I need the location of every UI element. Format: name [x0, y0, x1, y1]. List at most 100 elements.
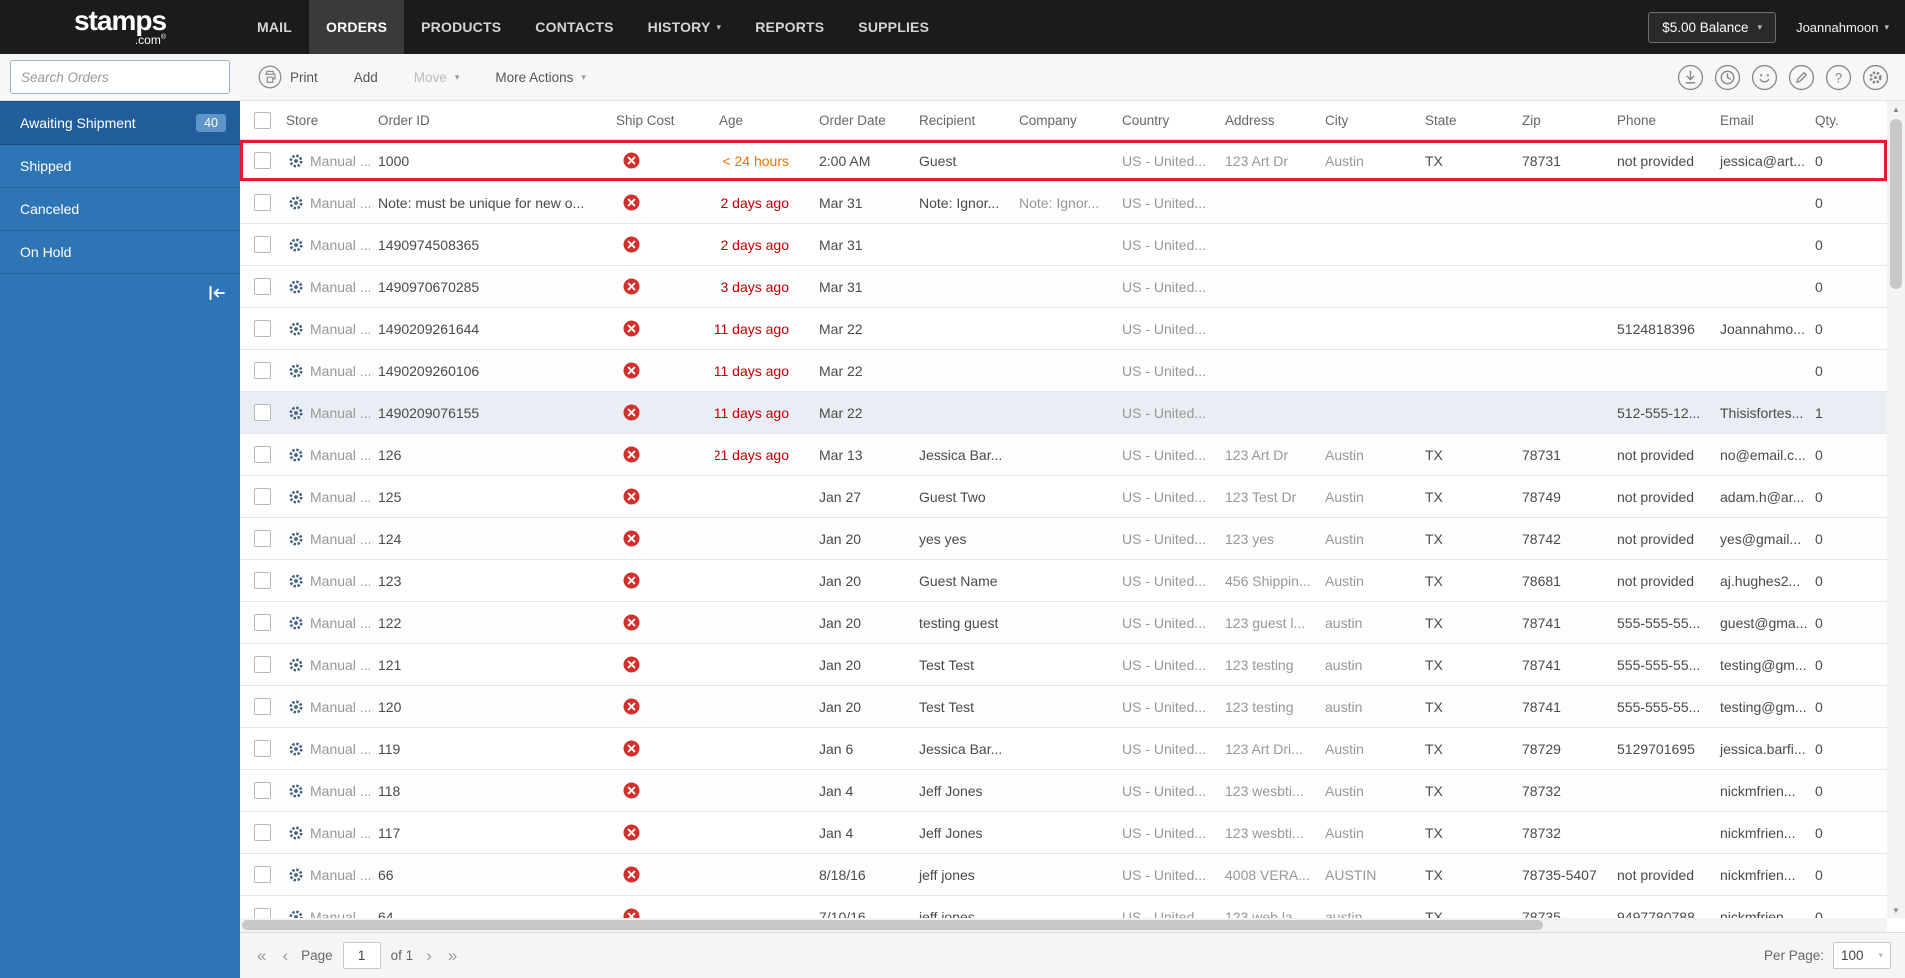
horizontal-scrollbar-thumb[interactable]	[242, 920, 1544, 930]
column-header-city[interactable]: City	[1321, 101, 1421, 139]
page-number-input[interactable]	[342, 942, 381, 969]
sidebar-item-canceled[interactable]: Canceled	[0, 188, 240, 231]
user-menu[interactable]: Joannahmoon ▾	[1796, 20, 1889, 35]
feedback-icon[interactable]	[1751, 64, 1778, 91]
sidebar-item-shipped[interactable]: Shipped	[0, 145, 240, 188]
order-row[interactable]: Manual ... 66 8/18/16 jeff jones US - Un…	[240, 854, 1887, 896]
order-row[interactable]: Manual ... 1490974508365 2 days ago Mar …	[240, 224, 1887, 266]
row-checkbox[interactable]	[254, 908, 271, 918]
balance-button[interactable]: $5.00 Balance ▾	[1648, 11, 1777, 43]
add-button[interactable]: Add	[336, 54, 396, 100]
row-checkbox[interactable]	[254, 404, 271, 421]
help-icon[interactable]: ?	[1825, 64, 1852, 91]
move-button[interactable]: Move ▾	[396, 54, 478, 100]
search-orders-input[interactable]	[10, 60, 230, 94]
address-cell: 123 testing	[1225, 698, 1294, 715]
column-header-state[interactable]: State	[1421, 101, 1518, 139]
manual-store-gear-icon	[289, 154, 303, 167]
row-checkbox[interactable]	[254, 656, 271, 673]
settings-icon[interactable]	[1862, 64, 1889, 91]
nav-mail[interactable]: MAIL	[240, 0, 309, 54]
column-header-age[interactable]: Age	[715, 101, 815, 139]
order-row[interactable]: Manual ... 119 Jan 6 Jessica Bar... US -…	[240, 728, 1887, 770]
row-checkbox[interactable]	[254, 572, 271, 589]
nav-orders[interactable]: ORDERS	[309, 0, 405, 54]
row-checkbox[interactable]	[254, 614, 271, 631]
order-row[interactable]: Manual ... 122 Jan 20 testing guest US -…	[240, 602, 1887, 644]
select-all-checkbox[interactable]	[254, 111, 271, 129]
order-row[interactable]: Manual ... 125 Jan 27 Guest Two US - Uni…	[240, 476, 1887, 518]
row-checkbox[interactable]	[254, 446, 271, 463]
edit-icon[interactable]	[1788, 64, 1815, 91]
nav-contacts[interactable]: CONTACTS	[518, 0, 630, 54]
collapse-sidebar-icon[interactable]	[207, 285, 227, 301]
more-actions-button[interactable]: More Actions ▾	[477, 54, 604, 100]
row-checkbox[interactable]	[254, 488, 271, 505]
row-checkbox[interactable]	[254, 824, 271, 841]
reprint-history-icon[interactable]	[1714, 64, 1741, 91]
print-queue-icon[interactable]	[1677, 64, 1704, 91]
column-header-email[interactable]: Email	[1716, 101, 1811, 139]
order-row[interactable]: Manual ... 1490209076155 11 days ago Mar…	[240, 392, 1887, 434]
order-row[interactable]: Manual ... 1000 < 24 hours 2:00 AM Guest…	[240, 140, 1887, 182]
sidebar-item-awaiting-shipment[interactable]: Awaiting Shipment 40	[0, 101, 240, 145]
vertical-scrollbar[interactable]: ▲ ▼	[1887, 101, 1905, 918]
row-checkbox[interactable]	[254, 278, 271, 295]
column-header-company[interactable]: Company	[1015, 101, 1118, 139]
manual-store-gear-icon	[289, 322, 303, 335]
order-row[interactable]: Manual ... 118 Jan 4 Jeff Jones US - Uni…	[240, 770, 1887, 812]
sidebar-item-on-hold[interactable]: On Hold	[0, 231, 240, 274]
print-button[interactable]: Print	[252, 54, 336, 100]
column-header-store[interactable]: Store	[282, 101, 374, 139]
column-header-phone[interactable]: Phone	[1613, 101, 1716, 139]
row-checkbox[interactable]	[254, 194, 271, 211]
row-checkbox[interactable]	[254, 236, 271, 253]
stamps-logo[interactable]: stamps .com®	[0, 0, 240, 54]
no-ship-cost-error-icon	[623, 152, 640, 169]
prev-page-button[interactable]: ‹	[279, 947, 291, 964]
column-header-address[interactable]: Address	[1221, 101, 1321, 139]
address-cell	[1221, 266, 1321, 307]
next-page-button[interactable]: ›	[423, 947, 435, 964]
scroll-up-arrow[interactable]: ▲	[1887, 101, 1905, 117]
column-header-zip[interactable]: Zip	[1518, 101, 1613, 139]
order-row[interactable]: Manual ... 1490209260106 11 days ago Mar…	[240, 350, 1887, 392]
nav-products[interactable]: PRODUCTS	[404, 0, 518, 54]
row-checkbox[interactable]	[254, 530, 271, 547]
order-row[interactable]: Manual ... 64 7/10/16 jeff jones US - Un…	[240, 896, 1887, 918]
column-header-recipient[interactable]: Recipient	[915, 101, 1015, 139]
order-row[interactable]: Manual ... 117 Jan 4 Jeff Jones US - Uni…	[240, 812, 1887, 854]
order-row[interactable]: Manual ... 1490209261644 11 days ago Mar…	[240, 308, 1887, 350]
row-checkbox[interactable]	[254, 320, 271, 337]
column-header-ship-cost[interactable]: Ship Cost	[612, 101, 715, 139]
order-row[interactable]: Manual ... 124 Jan 20 yes yes US - Unite…	[240, 518, 1887, 560]
per-page-select[interactable]: 100 ▾	[1833, 942, 1891, 969]
order-row[interactable]: Manual ... 120 Jan 20 Test Test US - Uni…	[240, 686, 1887, 728]
order-row[interactable]: Manual ... 1490970670285 3 days ago Mar …	[240, 266, 1887, 308]
order-row[interactable]: Manual ... 126 21 days ago Mar 13 Jessic…	[240, 434, 1887, 476]
row-checkbox[interactable]	[254, 698, 271, 715]
column-header-qty[interactable]: Qty.	[1811, 101, 1887, 139]
first-page-button[interactable]: «	[254, 947, 269, 964]
row-checkbox[interactable]	[254, 740, 271, 757]
row-checkbox[interactable]	[254, 152, 271, 169]
horizontal-scrollbar[interactable]	[240, 918, 1887, 932]
row-checkbox[interactable]	[254, 866, 271, 883]
vertical-scrollbar-thumb[interactable]	[1890, 119, 1902, 289]
order-row[interactable]: Manual ... 121 Jan 20 Test Test US - Uni…	[240, 644, 1887, 686]
order-row[interactable]: Manual ... Note: must be unique for new …	[240, 182, 1887, 224]
row-checkbox[interactable]	[254, 362, 271, 379]
column-header-order-date[interactable]: Order Date	[815, 101, 915, 139]
nav-history[interactable]: HISTORY ▾	[631, 0, 739, 54]
zip-cell: 78731	[1522, 152, 1561, 169]
nav-reports[interactable]: REPORTS	[738, 0, 841, 54]
nav-supplies[interactable]: SUPPLIES	[841, 0, 946, 54]
order-row[interactable]: Manual ... 123 Jan 20 Guest Name US - Un…	[240, 560, 1887, 602]
column-header-country[interactable]: Country	[1118, 101, 1221, 139]
last-page-button[interactable]: »	[445, 947, 460, 964]
column-header-order-id[interactable]: Order ID	[374, 101, 612, 139]
scroll-down-arrow[interactable]: ▼	[1887, 902, 1905, 918]
recipient-cell: Guest Name	[919, 572, 998, 589]
manual-store-gear-icon	[289, 196, 303, 209]
row-checkbox[interactable]	[254, 782, 271, 799]
